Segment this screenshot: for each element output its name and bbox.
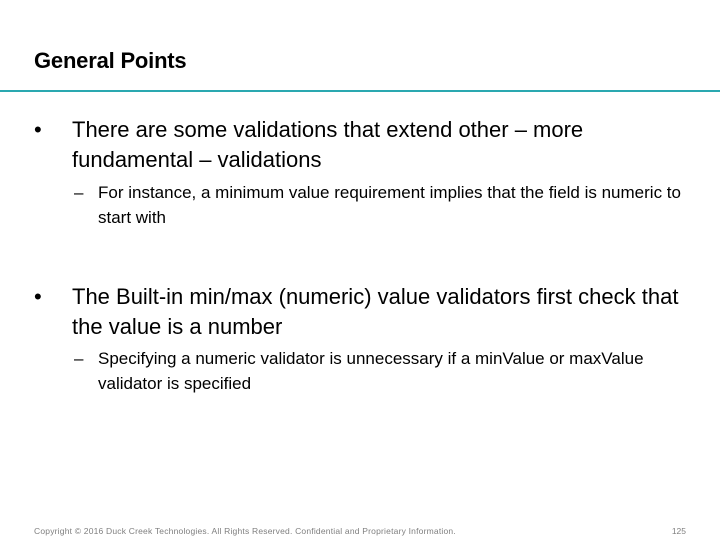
page-number: 125: [671, 526, 686, 536]
bullet-text: The Built-in min/max (numeric) value val…: [72, 284, 679, 339]
slide-title: General Points: [34, 48, 187, 73]
sub-bullet-marker: –: [74, 349, 84, 368]
title-divider: [0, 90, 720, 92]
sub-bullet-text: Specifying a numeric validator is unnece…: [98, 349, 644, 393]
bullet-marker: •: [34, 284, 42, 309]
sub-bullet-text: For instance, a minimum value requiremen…: [98, 183, 681, 227]
bullet-marker: •: [34, 117, 42, 142]
sub-bullet-marker: –: [74, 183, 84, 202]
footer-copyright: Copyright © 2016 Duck Creek Technologies…: [34, 526, 456, 536]
bullet-text: There are some validations that extend o…: [72, 117, 584, 172]
